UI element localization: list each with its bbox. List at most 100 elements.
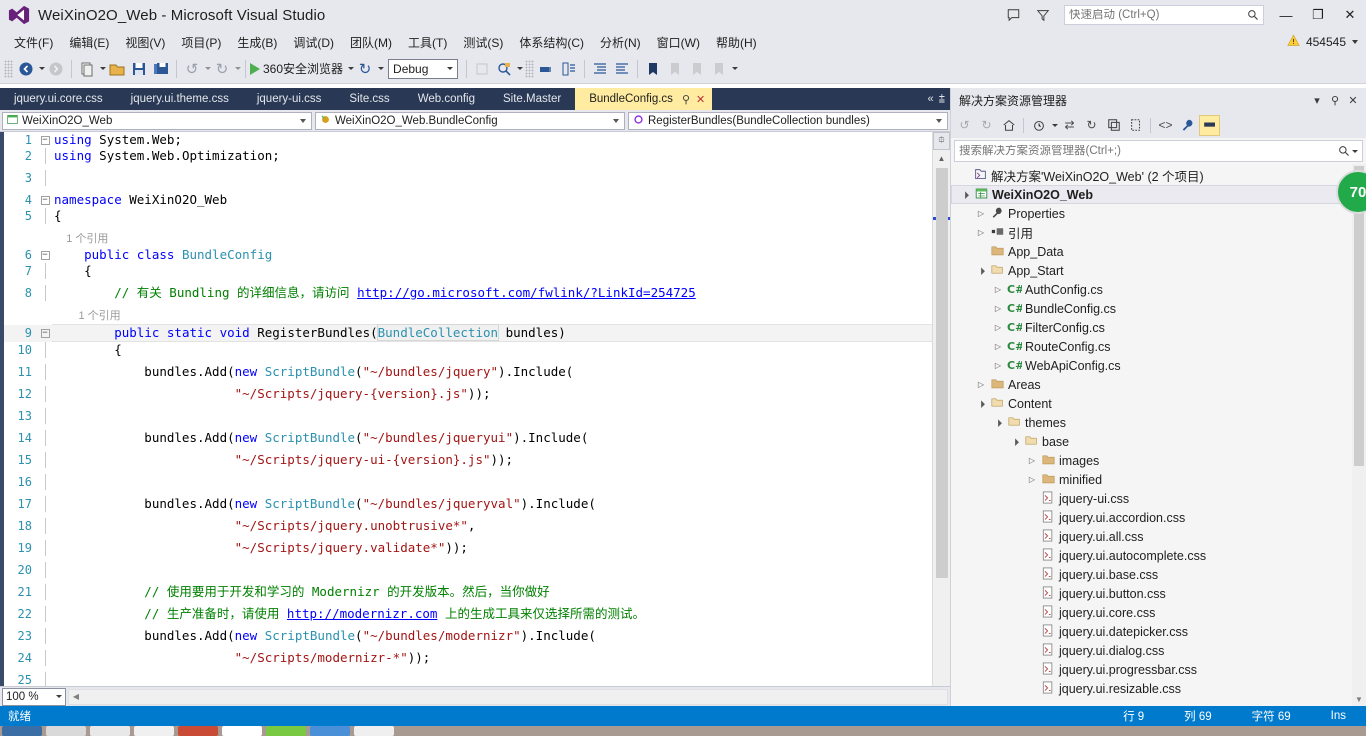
code-line[interactable]: 8 // 有关 Bundling 的详细信息，请访问 http://go.mic… bbox=[4, 285, 932, 307]
solution-explorer-search-input[interactable] bbox=[959, 145, 1338, 157]
chevron-right-icon[interactable]: ▷ bbox=[991, 285, 1005, 294]
navbar-project-chevron-down-icon[interactable] bbox=[300, 118, 306, 123]
outline-glyph[interactable] bbox=[38, 451, 52, 474]
solution-configuration-chevron-down-icon[interactable] bbox=[447, 67, 454, 70]
search-options-chevron-down-icon[interactable] bbox=[1352, 149, 1358, 153]
tree-item[interactable]: ◢ base bbox=[951, 432, 1366, 451]
editor-tab-5[interactable]: Site.Master bbox=[489, 88, 575, 110]
tree-item[interactable]: ▷C#BundleConfig.cs bbox=[951, 299, 1366, 318]
navigate-forward-icon[interactable] bbox=[45, 57, 67, 81]
chevron-right-icon[interactable]: ▷ bbox=[991, 323, 1005, 332]
minimize-button[interactable]: — bbox=[1270, 0, 1302, 30]
properties-icon[interactable] bbox=[1177, 115, 1198, 136]
taskbar-item[interactable] bbox=[354, 726, 394, 736]
outline-glyph[interactable] bbox=[38, 429, 52, 452]
taskbar-item[interactable] bbox=[266, 726, 306, 736]
save-icon[interactable] bbox=[128, 57, 150, 81]
tab-overflow-prev-icon[interactable]: « bbox=[927, 93, 933, 105]
code-line[interactable]: 24 "~/Scripts/modernizr-*")); bbox=[4, 649, 932, 672]
code-line[interactable]: 2 using System.Web.Optimization; bbox=[4, 148, 932, 170]
code-editor[interactable]: 1− using System.Web; 2 using System.Web.Opt… bbox=[0, 132, 950, 686]
chevron-right-icon[interactable]: ▷ bbox=[974, 209, 988, 218]
outline-glyph[interactable] bbox=[38, 208, 52, 230]
code-line[interactable]: 22 // 生产准备时，请使用 http://modernizr.com 上的生… bbox=[4, 605, 932, 628]
outline-glyph[interactable]: − bbox=[38, 192, 52, 208]
maximize-button[interactable]: ❐ bbox=[1302, 0, 1334, 30]
chevron-right-icon[interactable]: ▷ bbox=[991, 361, 1005, 370]
editor-zoom-chevron-down-icon[interactable] bbox=[56, 695, 62, 698]
tree-item[interactable]: ▷ minified bbox=[951, 470, 1366, 489]
menu-item-6[interactable]: 团队(M) bbox=[342, 31, 400, 54]
code-line[interactable]: 23 bundles.Add(new ScriptBundle("~/bundl… bbox=[4, 627, 932, 650]
quick-launch-search[interactable] bbox=[1064, 5, 1264, 25]
code-line[interactable]: 1 个引用 bbox=[4, 307, 932, 325]
comment-icon[interactable] bbox=[536, 57, 558, 81]
chevron-right-icon[interactable]: ▷ bbox=[974, 380, 988, 389]
toolbar-overflow-icon[interactable] bbox=[732, 67, 739, 70]
editor-tab-3[interactable]: Site.css bbox=[335, 88, 403, 110]
split-view-icon[interactable]: ⯐ bbox=[933, 132, 950, 150]
pending-changes-chevron-down-icon[interactable] bbox=[1052, 123, 1058, 127]
chevron-down-icon[interactable]: ◢ bbox=[973, 263, 989, 279]
toolbar-grip[interactable] bbox=[4, 59, 13, 78]
start-debug-target-label[interactable]: 360安全浏览器 bbox=[260, 60, 346, 77]
solution-tree[interactable]: 解决方案'WeiXinO2O_Web' (2 个项目) ◢ WeiXinO2O_We… bbox=[951, 164, 1366, 706]
chevron-down-icon[interactable]: ◢ bbox=[957, 187, 973, 203]
find-chevron-down-icon[interactable] bbox=[517, 67, 524, 70]
editor-zoom-combobox[interactable]: 100 % bbox=[2, 687, 66, 706]
code-line[interactable]: 16 bbox=[4, 473, 932, 496]
scroll-down-icon[interactable]: ▼ bbox=[1352, 695, 1366, 704]
chevron-down-icon[interactable]: ◢ bbox=[990, 415, 1006, 431]
code-line[interactable]: 14 bundles.Add(new ScriptBundle("~/bundl… bbox=[4, 429, 932, 452]
editor-vertical-scrollbar[interactable]: ⯐ ▲ bbox=[932, 132, 950, 686]
new-project-icon[interactable] bbox=[76, 57, 98, 81]
code-view-icon[interactable]: <> bbox=[1155, 115, 1176, 136]
outline-glyph[interactable]: − bbox=[38, 324, 52, 342]
menu-item-12[interactable]: 帮助(H) bbox=[708, 31, 765, 54]
navbar-project-combobox[interactable]: WeiXinO2O_Web bbox=[2, 111, 312, 130]
tree-item[interactable]: ▷C#RouteConfig.cs bbox=[951, 337, 1366, 356]
outline-glyph[interactable] bbox=[38, 583, 52, 606]
menu-item-7[interactable]: 工具(T) bbox=[400, 31, 455, 54]
tree-item[interactable]: ▷ Properties bbox=[951, 204, 1366, 223]
menu-item-3[interactable]: 项目(P) bbox=[173, 31, 229, 54]
clear-bookmark-icon[interactable] bbox=[708, 57, 730, 81]
editor-tab-6[interactable]: BundleConfig.cs ⚲ ✕ bbox=[575, 88, 713, 110]
save-all-icon[interactable] bbox=[150, 57, 172, 81]
editor-tab-0[interactable]: jquery.ui.core.css bbox=[0, 88, 117, 110]
tree-item[interactable]: ◢ Content bbox=[951, 394, 1366, 413]
code-line[interactable]: 9− public static void RegisterBundles(Bu… bbox=[4, 324, 932, 342]
taskbar-item[interactable] bbox=[90, 726, 130, 736]
code-line[interactable]: 6− public class BundleConfig bbox=[4, 247, 932, 263]
tree-item[interactable]: jquery.ui.dialog.css bbox=[951, 641, 1366, 660]
code-line[interactable]: 21 // 使用要用于开发和学习的 Modernizr 的开发版本。然后，当你做… bbox=[4, 583, 932, 606]
taskbar-item[interactable] bbox=[310, 726, 350, 736]
outline-glyph[interactable] bbox=[38, 407, 52, 430]
outline-glyph[interactable] bbox=[38, 385, 52, 408]
taskbar-item[interactable] bbox=[2, 726, 42, 736]
warning-icon[interactable] bbox=[1287, 34, 1300, 50]
outline-glyph[interactable] bbox=[38, 230, 52, 247]
navbar-member-chevron-down-icon[interactable] bbox=[936, 118, 942, 123]
tree-item[interactable]: jquery-ui.css bbox=[951, 489, 1366, 508]
code-line[interactable]: 7 { bbox=[4, 263, 932, 285]
tree-item[interactable]: jquery.ui.resizable.css bbox=[951, 679, 1366, 698]
scroll-left-icon[interactable]: ◀ bbox=[69, 692, 83, 701]
code-line[interactable]: 10 { bbox=[4, 341, 932, 364]
open-file-icon[interactable] bbox=[106, 57, 128, 81]
chevron-right-icon[interactable]: ▷ bbox=[991, 342, 1005, 351]
outline-glyph[interactable] bbox=[38, 627, 52, 650]
tree-item-selected[interactable]: ◢ WeiXinO2O_Web bbox=[951, 185, 1366, 204]
tree-item[interactable]: ◢ themes bbox=[951, 413, 1366, 432]
menu-item-8[interactable]: 测试(S) bbox=[455, 31, 511, 54]
pin-icon[interactable]: ⚲ bbox=[1326, 94, 1344, 107]
navbar-type-combobox[interactable]: WeiXinO2O_Web.BundleConfig bbox=[315, 111, 625, 130]
redo-icon[interactable]: ↻ bbox=[211, 57, 233, 81]
menu-item-4[interactable]: 生成(B) bbox=[229, 31, 285, 54]
close-icon[interactable]: ✕ bbox=[1344, 94, 1362, 107]
tab-overflow-list-icon[interactable]: ⩲ bbox=[939, 93, 945, 106]
chevron-right-icon[interactable]: ▷ bbox=[1025, 475, 1039, 484]
user-account-label[interactable]: 454545 bbox=[1306, 35, 1346, 49]
code-line[interactable]: 25 bbox=[4, 671, 932, 686]
solution-explorer-search[interactable] bbox=[954, 140, 1363, 162]
